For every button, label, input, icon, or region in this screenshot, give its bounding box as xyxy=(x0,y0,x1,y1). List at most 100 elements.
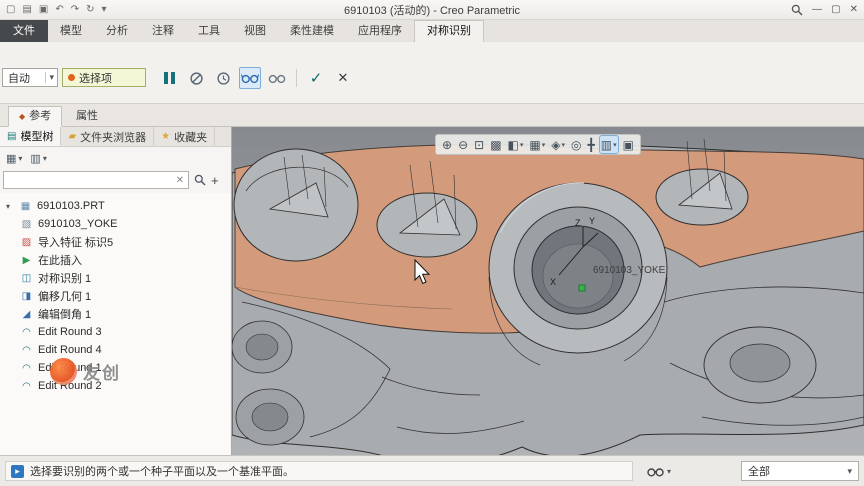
statusbar: ▸ 选择要识别的两个或一个种子平面以及一个基准平面。 ▾ 全部 ▾ xyxy=(0,455,864,486)
tree-search-input-wrap: ✕ xyxy=(3,171,189,189)
csys-origin-marker[interactable] xyxy=(578,284,586,292)
reference-collector[interactable]: 选择项 xyxy=(62,68,146,87)
tree-item[interactable]: ◢ 编辑倒角 1 xyxy=(0,305,230,323)
chevron-down-icon: ▾ xyxy=(561,141,565,149)
panel-tab-2[interactable]: ★ 收藏夹 xyxy=(154,127,216,146)
ribbon-tab-6[interactable]: 柔性建模 xyxy=(278,20,346,42)
star-tab-icon: ★ xyxy=(161,131,171,142)
axis-z-label: Z xyxy=(575,218,581,228)
ribbon-tab-7[interactable]: 应用程序 xyxy=(346,20,414,42)
save-button[interactable]: ▣ xyxy=(39,4,48,15)
references-tab-label: 参考 xyxy=(29,110,52,122)
expand-caret-icon[interactable]: ▾ xyxy=(6,202,14,211)
graphics-toolbar-button[interactable]: ▥ ▾ xyxy=(598,135,619,154)
selection-filter-dropdown[interactable]: 全部 ▾ xyxy=(741,461,859,481)
no-preview-button[interactable] xyxy=(185,67,207,89)
display-style-button[interactable]: ◧ ▾ xyxy=(507,136,525,153)
more-button[interactable]: ▣ xyxy=(622,136,635,153)
no-preview-icon xyxy=(189,71,203,85)
dashboard-controls: ✓ ✕ xyxy=(158,66,354,90)
datum-display-icon: ◈ xyxy=(551,137,561,152)
direction-dropdown-value: 自动 xyxy=(8,72,30,85)
tree-item-label: 6910103.PRT xyxy=(37,200,105,212)
tree-settings-button[interactable]: ▦ ▾ xyxy=(6,152,22,165)
saved-views-button[interactable]: ▦ ▾ xyxy=(528,136,546,153)
ribbon-tab-8[interactable]: 对称识别 xyxy=(414,20,484,42)
tab-properties[interactable]: 属性 xyxy=(66,106,108,127)
right-boss-top xyxy=(729,343,791,383)
hub-hole-shading xyxy=(542,243,614,309)
tree-item[interactable]: ◠ Edit Round 4 xyxy=(0,341,230,359)
ribbon-tab-3[interactable]: 注释 xyxy=(140,20,186,42)
tree-search-button[interactable] xyxy=(194,174,206,186)
tree-item-label: 对称识别 1 xyxy=(38,273,92,285)
left-bore-hole xyxy=(245,333,279,361)
chevron-down-icon[interactable]: ▾ xyxy=(45,72,57,83)
ok-button[interactable]: ✓ xyxy=(305,67,327,89)
tree-filter-icon: ▥ xyxy=(30,152,41,165)
symmetry-dashboard: 自动 ▾ 选择项 ✓ ✕ xyxy=(0,42,864,104)
tree-item[interactable]: ▧ 6910103_YOKE xyxy=(0,215,230,233)
ribbon-tab-2[interactable]: 分析 xyxy=(94,20,140,42)
refit-button[interactable]: ⊡ xyxy=(473,136,485,153)
tab-references[interactable]: ◆ 参考 xyxy=(8,106,63,127)
new-file-button[interactable]: ▢ xyxy=(6,4,15,15)
add-filter-button[interactable]: + xyxy=(211,173,219,188)
tree-item[interactable]: ▶ 在此插入 xyxy=(0,251,230,269)
ribbon-tab-1[interactable]: 模型 xyxy=(48,20,94,42)
tree-item[interactable]: ◫ 对称识别 1 xyxy=(0,269,230,287)
refit-icon: ⊡ xyxy=(474,137,485,152)
zoom-out-button[interactable]: ⊖ xyxy=(457,136,469,153)
body-icon: ▧ xyxy=(21,218,32,230)
chevron-down-icon[interactable]: ▾ xyxy=(667,467,671,476)
tree-item[interactable]: ▨ 导入特征 标识5 xyxy=(0,233,230,251)
close-button[interactable]: ✕ xyxy=(850,4,858,15)
command-search-icon[interactable] xyxy=(791,4,803,16)
datum-display-button[interactable]: ◈ ▾ xyxy=(550,136,566,153)
open-file-button[interactable]: ▤ xyxy=(22,4,31,15)
glasses-icon xyxy=(241,74,259,84)
clear-search-icon[interactable]: ✕ xyxy=(176,175,184,186)
chevron-down-icon: ▾ xyxy=(541,141,546,149)
verify-button[interactable] xyxy=(212,67,234,89)
find-button[interactable]: ▾ xyxy=(647,466,671,477)
pause-button[interactable] xyxy=(158,67,180,89)
redo-button[interactable]: ↷ xyxy=(71,4,79,15)
ribbon-tab-4[interactable]: 工具 xyxy=(186,20,232,42)
panel-tab-0[interactable]: ▤ 模型树 xyxy=(0,127,62,146)
tree-filter-button[interactable]: ▥ ▾ xyxy=(30,152,46,165)
direction-dropdown[interactable]: 自动 ▾ xyxy=(2,68,58,87)
collector-label: 选择项 xyxy=(79,72,112,85)
tree-item[interactable]: ◨ 偏移几何 1 xyxy=(0,287,230,305)
preview-on-button[interactable] xyxy=(239,67,261,89)
binoculars-icon xyxy=(647,467,664,477)
quick-access-customize-button[interactable]: ▾ xyxy=(102,4,107,15)
tree-item-label: Edit Round 4 xyxy=(38,344,102,356)
model-canvas[interactable]: Z Y X 6910103_YOKE xyxy=(232,127,864,455)
dashboard-subtab-bar: ◆ 参考 属性 xyxy=(0,104,864,127)
viewport-toolbar: ⊕ ⊖ ⊡ ▩ ◧ ▾ ▦ ▾ ◈ ▾ ◎ ╋ ▥ ▾ ▣ xyxy=(435,134,641,155)
cancel-button[interactable]: ✕ xyxy=(332,67,354,89)
prompt-icon: ▸ xyxy=(11,464,24,478)
tree-item[interactable]: ◠ Edit Round 3 xyxy=(0,323,230,341)
ribbon-tab-5[interactable]: 视图 xyxy=(232,20,278,42)
graphics-viewport[interactable]: Z Y X 6910103_YOKE ⊕ ⊖ ⊡ ▩ ◧ ▾ ▦ ▾ ◈ ▾ ◎ ╋ ▥ ▾ ▣ xyxy=(232,127,864,455)
tree-search-input[interactable] xyxy=(8,174,176,186)
panel-tab-1[interactable]: ▰ 文件夹浏览器 xyxy=(61,127,155,146)
preview-options-button[interactable] xyxy=(266,67,288,89)
annotation-display-button[interactable]: ◎ xyxy=(570,136,582,153)
tree-item[interactable]: ▾ ▦ 6910103.PRT xyxy=(0,197,230,215)
zoom-in-button[interactable]: ⊕ xyxy=(441,136,453,153)
spin-center-button[interactable]: ╋ xyxy=(586,136,595,153)
regenerate-button[interactable]: ↻ xyxy=(86,4,94,15)
maximize-button[interactable]: ▢ xyxy=(831,4,840,15)
minimize-button[interactable]: — xyxy=(812,4,822,15)
chevron-down-icon: ▾ xyxy=(613,141,617,149)
undo-button[interactable]: ↶ xyxy=(55,4,63,15)
selection-filter-value: 全部 xyxy=(748,466,770,478)
window-controls: — ▢ ✕ xyxy=(791,4,858,16)
repaint-button[interactable]: ▩ xyxy=(489,136,502,153)
panel-tab-label: 模型树 xyxy=(20,131,54,143)
csys-label[interactable]: 6910103_YOKE xyxy=(593,265,666,276)
ribbon-tab-0[interactable]: 文件 xyxy=(0,20,48,42)
